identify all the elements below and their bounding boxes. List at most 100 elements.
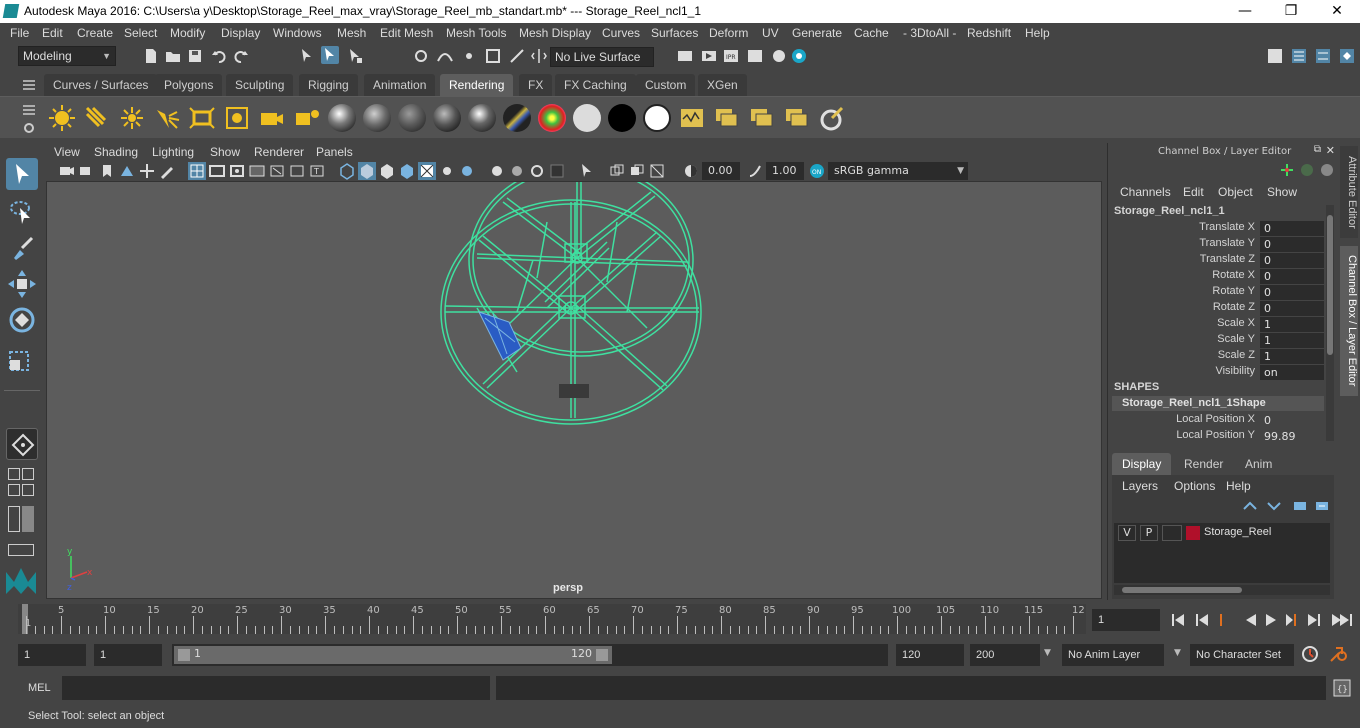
camera-aim-icon[interactable] bbox=[293, 104, 321, 132]
render-icon[interactable] bbox=[748, 104, 776, 132]
float-panel-icon[interactable]: ⧉ bbox=[1314, 144, 1321, 155]
snap-to-point-icon[interactable] bbox=[460, 47, 478, 65]
script-editor-icon[interactable]: {} bbox=[1332, 678, 1352, 698]
go-to-start-icon[interactable] bbox=[1172, 614, 1188, 626]
tab-fx-caching[interactable]: FX Caching bbox=[555, 74, 636, 96]
volume-light-icon[interactable] bbox=[223, 104, 251, 132]
attr-label-scale-z[interactable]: Scale Z bbox=[1218, 349, 1255, 361]
attr-value-translate-y[interactable]: 0 bbox=[1260, 237, 1324, 252]
command-language-label[interactable]: MEL bbox=[28, 682, 51, 694]
bookmark-icon[interactable] bbox=[98, 162, 116, 180]
toggle-attribute-editor-icon[interactable] bbox=[1314, 47, 1332, 65]
menu-cache[interactable]: Cache bbox=[854, 26, 889, 40]
render-current-frame-icon[interactable] bbox=[676, 47, 694, 65]
select-by-component-icon[interactable] bbox=[346, 47, 364, 65]
menu-deform[interactable]: Deform bbox=[709, 26, 748, 40]
new-empty-layer-icon[interactable] bbox=[1292, 499, 1308, 513]
move-tool-button[interactable] bbox=[6, 268, 38, 300]
open-scene-icon[interactable] bbox=[164, 47, 182, 65]
menu-generate[interactable]: Generate bbox=[792, 26, 842, 40]
move-layer-up-icon[interactable] bbox=[1242, 499, 1258, 513]
surface-shader-icon[interactable] bbox=[573, 104, 601, 132]
attr-value-translate-x[interactable]: 0 bbox=[1260, 221, 1324, 236]
menu-uv[interactable]: UV bbox=[762, 26, 779, 40]
layer-color-swatch[interactable] bbox=[1186, 526, 1200, 540]
panel-menu-view[interactable]: View bbox=[54, 145, 80, 159]
playback-end-field[interactable]: 120 bbox=[896, 644, 964, 666]
shelf-settings-gear-icon[interactable] bbox=[20, 119, 38, 137]
spot-light-icon[interactable] bbox=[153, 104, 181, 132]
use-all-lights-icon[interactable] bbox=[418, 162, 436, 180]
object-name[interactable]: Storage_Reel_ncl1_1 bbox=[1114, 205, 1225, 217]
play-backwards-icon[interactable] bbox=[1246, 614, 1256, 626]
step-back-frame-icon[interactable] bbox=[1220, 614, 1232, 626]
attr-label-rotate-x[interactable]: Rotate X bbox=[1212, 269, 1255, 281]
ambient-light-icon[interactable] bbox=[48, 104, 76, 132]
color-space-dropdown[interactable]: sRGB gamma ▼ bbox=[828, 162, 968, 180]
move-layer-down-icon[interactable] bbox=[1266, 499, 1282, 513]
chevron-down-icon[interactable]: ▼ bbox=[1044, 648, 1051, 658]
attr-label-rotate-y[interactable]: Rotate Y bbox=[1212, 285, 1255, 297]
render-setup-icon[interactable] bbox=[790, 47, 808, 65]
shelf-options-icon[interactable] bbox=[20, 101, 38, 119]
new-scene-icon[interactable] bbox=[142, 47, 160, 65]
textured-icon[interactable] bbox=[398, 162, 416, 180]
current-frame-field[interactable]: 1 bbox=[1092, 609, 1160, 631]
animation-end-field[interactable]: 200 bbox=[970, 644, 1040, 666]
single-perspective-view-button[interactable] bbox=[6, 428, 38, 460]
panel-menu-lighting[interactable]: Lighting bbox=[152, 145, 194, 159]
attr-label-scale-y[interactable]: Scale Y bbox=[1217, 333, 1255, 345]
phong-material-icon[interactable] bbox=[398, 104, 426, 132]
field-chart-icon[interactable] bbox=[268, 162, 286, 180]
tab-sculpting[interactable]: Sculpting bbox=[226, 74, 294, 96]
menu-redshift[interactable]: Redshift bbox=[967, 26, 1011, 40]
directional-light-icon[interactable] bbox=[83, 104, 111, 132]
point-light-icon[interactable] bbox=[118, 104, 146, 132]
animation-preferences-icon[interactable] bbox=[1328, 644, 1350, 664]
storage-reel-wireframe[interactable]: y x z bbox=[47, 182, 1102, 599]
motion-blur-icon[interactable] bbox=[488, 162, 506, 180]
workspace-icon[interactable] bbox=[1266, 47, 1284, 65]
layer-tab-render[interactable]: Render bbox=[1174, 453, 1233, 475]
four-view-layout-icon[interactable] bbox=[8, 468, 20, 480]
hyper-icon[interactable] bbox=[1318, 161, 1336, 179]
attr-value-visibility[interactable]: on bbox=[1260, 365, 1324, 380]
area-light-icon[interactable] bbox=[188, 104, 216, 132]
safe-action-icon[interactable] bbox=[288, 162, 306, 180]
attr-value-scale-y[interactable]: 1 bbox=[1260, 333, 1324, 348]
tab-rigging[interactable]: Rigging bbox=[299, 74, 358, 96]
select-camera-icon[interactable] bbox=[58, 162, 76, 180]
menu-display[interactable]: Display bbox=[221, 26, 260, 40]
tab-custom[interactable]: Custom bbox=[636, 74, 696, 96]
view-transform-toggle-icon[interactable]: ON bbox=[808, 162, 826, 180]
menu-mesh-tools[interactable]: Mesh Tools bbox=[446, 26, 506, 40]
tab-polygons[interactable]: Polygons bbox=[155, 74, 223, 96]
multisample-aa-icon[interactable] bbox=[508, 162, 526, 180]
menu-3dtoall[interactable]: - 3DtoAll - bbox=[903, 26, 956, 40]
menu-modify[interactable]: Modify bbox=[170, 26, 205, 40]
paint-select-tool-button[interactable] bbox=[6, 232, 38, 264]
lasso-tool-button[interactable] bbox=[6, 196, 38, 228]
use-background-shader-icon[interactable] bbox=[608, 104, 636, 132]
channel-box-side-tab[interactable]: Channel Box / Layer Editor bbox=[1340, 246, 1358, 396]
layer-menu-help[interactable]: Help bbox=[1226, 479, 1251, 493]
undo-icon[interactable] bbox=[210, 47, 228, 65]
render-view-icon[interactable] bbox=[713, 104, 741, 132]
ramp-shader-icon[interactable] bbox=[538, 104, 566, 132]
attr-label-local-position-y[interactable]: Local Position Y bbox=[1176, 429, 1255, 441]
resolution-gate-icon[interactable] bbox=[228, 162, 246, 180]
render-settings-icon[interactable] bbox=[746, 47, 764, 65]
blinn-material-icon[interactable] bbox=[328, 104, 356, 132]
close-panel-icon[interactable]: ✕ bbox=[1326, 144, 1335, 157]
scale-tool-button[interactable] bbox=[6, 342, 38, 374]
select-by-object-icon[interactable] bbox=[321, 46, 339, 64]
live-surface-field[interactable]: No Live Surface bbox=[550, 47, 654, 67]
camera-icon[interactable] bbox=[258, 104, 286, 132]
layer-horizontal-scrollbar[interactable] bbox=[1114, 585, 1330, 595]
ipr-icon[interactable] bbox=[783, 104, 811, 132]
make-live-icon[interactable] bbox=[508, 47, 526, 65]
tab-animation[interactable]: Animation bbox=[364, 74, 436, 96]
play-forwards-icon[interactable] bbox=[1266, 614, 1276, 626]
persp-graph-layout-icon[interactable] bbox=[8, 484, 20, 496]
maximize-button[interactable]: ❐ bbox=[1268, 0, 1314, 23]
